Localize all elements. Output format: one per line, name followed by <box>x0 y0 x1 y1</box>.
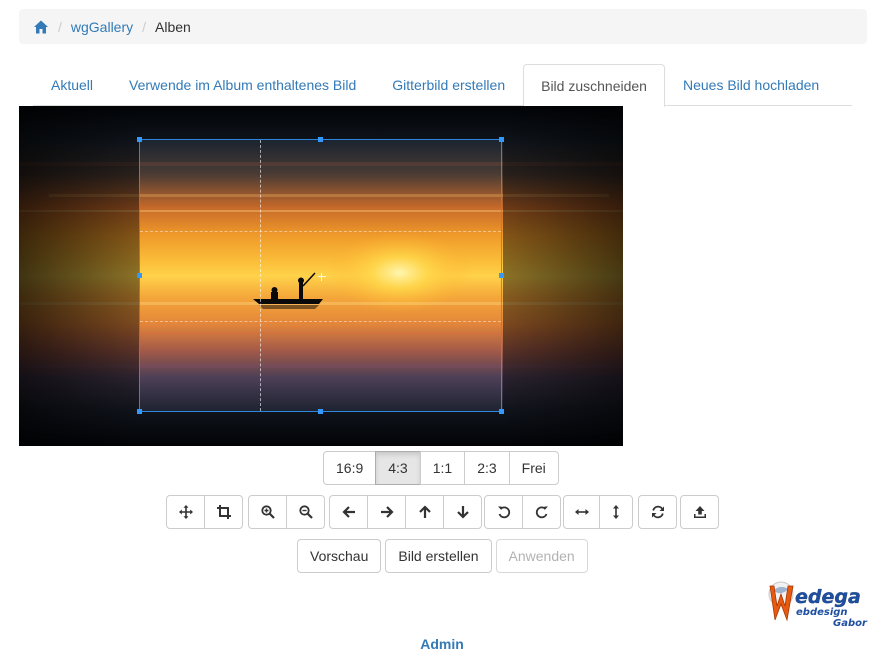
zoom-in-icon <box>260 505 275 519</box>
zoom-tool-group <box>248 495 325 529</box>
reset-icon <box>651 505 664 519</box>
upload-button[interactable] <box>680 495 719 529</box>
arrow-left-icon <box>341 506 355 518</box>
arrow-up-icon <box>418 505 431 518</box>
tab-crop-image[interactable]: Bild zuschneiden <box>523 64 665 107</box>
move-right-button[interactable] <box>367 495 406 529</box>
ratio-free-button[interactable]: Frei <box>508 451 559 485</box>
apply-button[interactable]: Anwenden <box>495 539 588 573</box>
preview-button[interactable]: Vorschau <box>297 539 382 573</box>
crop-action-row: Vorschau Bild erstellen Anwenden <box>297 539 588 573</box>
flip-vertical-icon <box>613 505 619 519</box>
tab-grid-image[interactable]: Gitterbild erstellen <box>374 64 523 106</box>
flip-vertical-button[interactable] <box>599 495 633 529</box>
create-image-button[interactable]: Bild erstellen <box>385 539 492 573</box>
rotate-tool-group <box>484 495 561 529</box>
tab-aktuell[interactable]: Aktuell <box>33 64 111 106</box>
crop-selection-box[interactable] <box>137 137 504 414</box>
flip-tool-group <box>563 495 633 529</box>
tab-album-image[interactable]: Verwende im Album enthaltenes Bild <box>111 64 374 106</box>
breadcrumb-current: Alben <box>155 18 191 35</box>
crop-button[interactable] <box>204 495 243 529</box>
ratio-4-3-button[interactable]: 4:3 <box>375 451 421 485</box>
mode-tool-group <box>166 495 243 529</box>
move-tool-group <box>329 495 482 529</box>
crop-handle-n[interactable] <box>318 137 323 142</box>
crop-handle-s[interactable] <box>318 409 323 414</box>
wedega-logo: edega ebdesign Gabor <box>766 580 870 630</box>
move-button[interactable] <box>166 495 205 529</box>
upload-icon <box>693 506 706 518</box>
crop-handle-ne[interactable] <box>499 137 504 142</box>
zoom-in-button[interactable] <box>248 495 287 529</box>
ratio-1-1-button[interactable]: 1:1 <box>419 451 466 485</box>
reset-button[interactable] <box>638 495 677 529</box>
arrow-right-icon <box>380 506 394 518</box>
crop-handle-w[interactable] <box>137 273 142 278</box>
home-icon[interactable] <box>33 19 49 35</box>
breadcrumb: / wgGallery / Alben <box>19 9 867 44</box>
crop-handle-e[interactable] <box>499 273 504 278</box>
crop-handle-nw[interactable] <box>137 137 142 142</box>
svg-text:Gabor: Gabor <box>833 618 868 629</box>
rotate-left-icon <box>497 506 510 519</box>
aspect-ratio-group: 16:9 4:3 1:1 2:3 Frei <box>323 451 559 485</box>
reset-tool-group <box>638 495 677 529</box>
move-icon <box>178 505 193 519</box>
arrow-down-icon <box>456 506 469 519</box>
crop-image-area[interactable] <box>19 106 623 446</box>
crop-center-crosshair <box>318 273 326 281</box>
crop-handle-se[interactable] <box>499 409 504 414</box>
rotate-right-icon <box>535 506 548 519</box>
rotate-left-button[interactable] <box>484 495 523 529</box>
flip-horizontal-icon <box>574 509 589 515</box>
crop-icon <box>216 505 231 519</box>
ratio-16-9-button[interactable]: 16:9 <box>323 451 377 485</box>
svg-text:edega: edega <box>795 586 861 608</box>
move-up-button[interactable] <box>405 495 444 529</box>
upload-tool-group <box>680 495 719 529</box>
ratio-2-3-button[interactable]: 2:3 <box>464 451 510 485</box>
move-left-button[interactable] <box>329 495 368 529</box>
move-down-button[interactable] <box>443 495 482 529</box>
svg-text:ebdesign: ebdesign <box>796 607 848 618</box>
rotate-right-button[interactable] <box>522 495 561 529</box>
crop-guide-line <box>260 140 261 411</box>
breadcrumb-separator: / <box>142 18 147 35</box>
zoom-out-button[interactable] <box>286 495 325 529</box>
breadcrumb-separator: / <box>58 18 62 35</box>
breadcrumb-gallery-link[interactable]: wgGallery <box>71 19 133 35</box>
crop-guide-line <box>140 231 501 232</box>
admin-link[interactable]: Admin <box>0 636 884 652</box>
crop-guide-line <box>140 321 501 322</box>
tab-bar: Aktuell Verwende im Album enthaltenes Bi… <box>33 64 852 107</box>
zoom-out-icon <box>298 505 313 519</box>
flip-horizontal-button[interactable] <box>563 495 600 529</box>
tab-upload-image[interactable]: Neues Bild hochladen <box>665 64 837 106</box>
crop-handle-sw[interactable] <box>137 409 142 414</box>
